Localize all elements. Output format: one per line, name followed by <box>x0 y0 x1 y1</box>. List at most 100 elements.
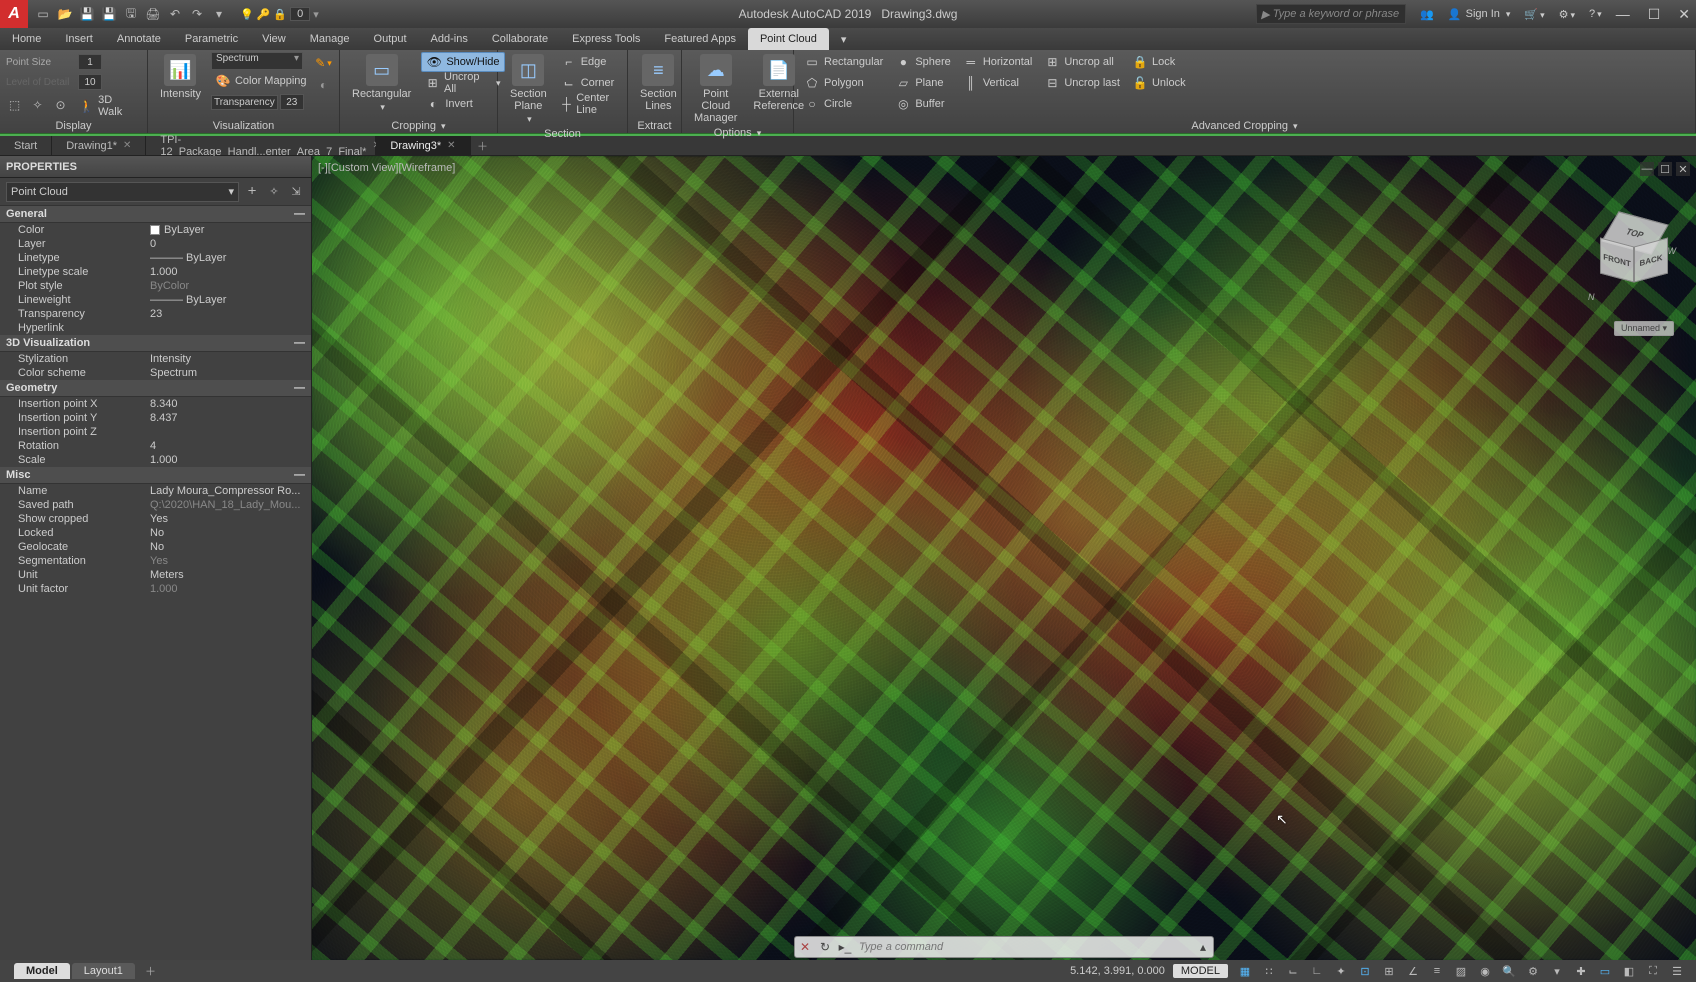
infocenter-icon[interactable]: 👥 <box>1420 8 1434 21</box>
grid-icon[interactable]: ▦ <box>1236 962 1254 980</box>
viewcube-side[interactable]: BACK <box>1634 237 1668 282</box>
exchange-icon[interactable]: ⚙▾ <box>1559 8 1575 21</box>
layout1-tab[interactable]: Layout1 <box>72 963 135 979</box>
qat-new-icon[interactable]: ▭ <box>34 5 52 23</box>
prop-row[interactable]: NameLady Moura_Compressor Ro... <box>0 484 311 498</box>
prop-value[interactable]: No <box>150 541 311 553</box>
adv-polygon-button[interactable]: ⬠Polygon <box>800 73 887 93</box>
qat-saveas-icon[interactable]: 💾 <box>100 5 118 23</box>
prop-value[interactable]: ——— ByLayer <box>150 252 311 264</box>
scale-icon[interactable]: ✚ <box>1572 962 1590 980</box>
centerline-button[interactable]: ┼Center Line <box>557 94 621 114</box>
prop-value[interactable]: Spectrum <box>150 367 311 379</box>
prop-value[interactable]: 1.000 <box>150 583 311 595</box>
vp-close-icon[interactable]: ✕ <box>1676 162 1690 176</box>
qat-plot-icon[interactable]: 🖨 <box>144 5 162 23</box>
edge-button[interactable]: ⌐Edge <box>557 52 621 72</box>
eyedropper-icon[interactable]: ✎▾ <box>315 54 333 72</box>
prop-row[interactable]: Linetype scale1.000 <box>0 265 311 279</box>
3dosnap-icon[interactable]: ⊞ <box>1380 962 1398 980</box>
select-icon[interactable]: ✧ <box>265 183 283 201</box>
menu-item-add-ins[interactable]: Add-ins <box>419 28 480 50</box>
prop-row[interactable]: Saved pathQ:\2020\HAN_18_Lady_Mou... <box>0 498 311 512</box>
pc-manager-button[interactable]: ☁Point Cloud Manager <box>688 52 743 126</box>
menu-item-insert[interactable]: Insert <box>53 28 105 50</box>
prop-value[interactable]: Lady Moura_Compressor Ro... <box>150 485 311 497</box>
prop-section-header[interactable]: Misc— <box>0 467 311 484</box>
prop-value[interactable]: Yes <box>150 513 311 525</box>
prop-value[interactable]: Yes <box>150 555 311 567</box>
prop-row[interactable]: Unit factor1.000 <box>0 582 311 596</box>
file-tab[interactable]: Start <box>0 136 52 155</box>
qat-more-icon[interactable]: ▾ <box>210 5 228 23</box>
viewcube[interactable]: TOP FRONT BACK N W <box>1596 216 1666 286</box>
section-lines-button[interactable]: ≡Section Lines <box>634 52 683 114</box>
zoom-dd-icon[interactable]: ▾ <box>1548 962 1566 980</box>
menu-item-output[interactable]: Output <box>362 28 419 50</box>
adv-buffer-button[interactable]: ◎Buffer <box>891 94 954 114</box>
menu-item-annotate[interactable]: Annotate <box>105 28 173 50</box>
prop-row[interactable]: Insertion point Z <box>0 425 311 439</box>
menu-item-point-cloud[interactable]: Point Cloud <box>748 28 829 50</box>
prop-value[interactable]: Meters <box>150 569 311 581</box>
prop-value[interactable]: 0 <box>150 238 311 250</box>
close-tab-icon[interactable]: ✕ <box>447 140 455 151</box>
search-input[interactable]: ▶ Type a keyword or phrase <box>1256 4 1406 24</box>
menu-item-express-tools[interactable]: Express Tools <box>560 28 652 50</box>
display-tool3-icon[interactable]: ⊙ <box>52 96 69 114</box>
hardware-icon[interactable]: ⛶ <box>1644 962 1662 980</box>
prop-value[interactable]: ByColor <box>150 280 311 292</box>
qat-redo-icon[interactable]: ↷ <box>188 5 206 23</box>
prop-row[interactable]: Layer0 <box>0 237 311 251</box>
showhide-button[interactable]: 👁Show/Hide <box>421 52 504 72</box>
help-icon[interactable]: ?▾ <box>1589 8 1602 20</box>
workspace-toggle[interactable]: 💡 🔑 🔒 0 ▾ <box>234 7 325 21</box>
uncrop-all-button[interactable]: ⊞Uncrop All▾ <box>421 73 504 93</box>
prop-row[interactable]: StylizationIntensity <box>0 352 311 366</box>
cycle-icon[interactable]: ◉ <box>1476 962 1494 980</box>
adv-lock-button[interactable]: 🔒Lock <box>1128 52 1190 72</box>
prop-row[interactable]: ColorByLayer <box>0 223 311 237</box>
corner-button[interactable]: ⌙Corner <box>557 73 621 93</box>
otrack-icon[interactable]: ∠ <box>1404 962 1422 980</box>
polar-icon[interactable]: ✦ <box>1332 962 1350 980</box>
file-tab[interactable]: TPI-12_Package_Handl...enter_Area_7_Fina… <box>146 136 376 155</box>
cleanscreen-icon[interactable]: ▭ <box>1596 962 1614 980</box>
prop-value[interactable]: Q:\2020\HAN_18_Lady_Mou... <box>150 499 311 511</box>
minimize-button[interactable]: — <box>1616 6 1630 23</box>
menu-item-collaborate[interactable]: Collaborate <box>480 28 560 50</box>
customize-icon[interactable]: ☰ <box>1668 962 1686 980</box>
ortho-icon[interactable]: ∟ <box>1308 962 1326 980</box>
prop-value[interactable] <box>150 322 311 334</box>
qat-saveweb-icon[interactable]: 🖫 <box>122 5 140 23</box>
rectangular-crop-button[interactable]: ▭Rectangular▾ <box>346 52 417 115</box>
color-mapping-button[interactable]: 🎨Color Mapping <box>211 71 311 91</box>
file-tab[interactable]: Drawing1*✕ <box>52 136 146 155</box>
viewcube-front[interactable]: FRONT <box>1600 237 1634 282</box>
collapse-icon[interactable]: — <box>294 208 305 220</box>
cmd-close-icon[interactable]: ✕ <box>795 940 815 954</box>
adv-unlock-button[interactable]: 🔓Unlock <box>1128 73 1190 93</box>
workspace-dropdown-icon[interactable]: ▾ <box>313 8 319 21</box>
prop-value[interactable]: 1.000 <box>150 454 311 466</box>
display-tool2-icon[interactable]: ✧ <box>29 96 46 114</box>
section-plane-button[interactable]: ◫Section Plane▾ <box>504 52 553 127</box>
adv-uncroplast-button[interactable]: ⊟Uncrop last <box>1040 73 1124 93</box>
command-line[interactable]: ✕ ↻ ▸_ ▴ <box>794 936 1214 958</box>
cmd-input[interactable] <box>855 941 1193 953</box>
point-size-input[interactable] <box>78 54 102 70</box>
adv-vertical-button[interactable]: ║Vertical <box>959 73 1037 93</box>
prop-value[interactable]: 8.340 <box>150 398 311 410</box>
prop-row[interactable]: Color schemeSpectrum <box>0 366 311 380</box>
cart-icon[interactable]: 🛒▾ <box>1524 8 1544 21</box>
signin-button[interactable]: 👤Sign In▾ <box>1448 8 1510 21</box>
viewport-label[interactable]: [-][Custom View][Wireframe] <box>318 162 455 174</box>
cmd-recent-icon[interactable]: ↻ <box>815 940 835 954</box>
prop-row[interactable]: Insertion point X8.340 <box>0 397 311 411</box>
prop-row[interactable]: Insertion point Y8.437 <box>0 411 311 425</box>
adv-uncropall-button[interactable]: ⊞Uncrop all <box>1040 52 1124 72</box>
transparency-icon[interactable]: ▨ <box>1452 962 1470 980</box>
adv-circle-button[interactable]: ○Circle <box>800 94 887 114</box>
gear-icon[interactable]: ⚙ <box>1524 962 1542 980</box>
prop-section-header[interactable]: 3D Visualization— <box>0 335 311 352</box>
